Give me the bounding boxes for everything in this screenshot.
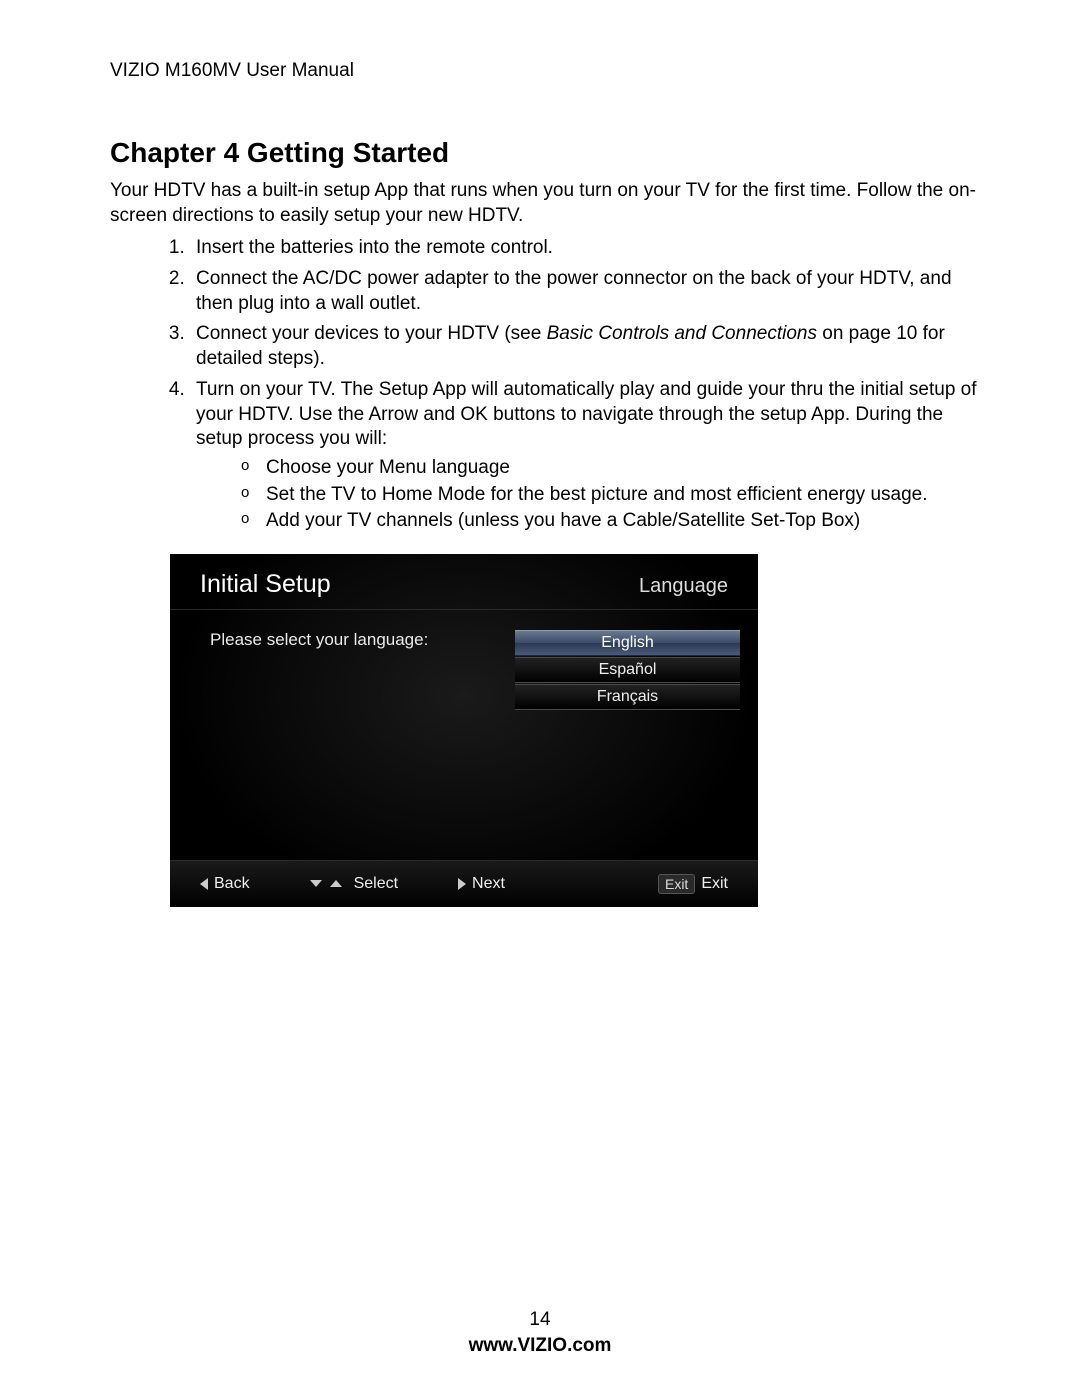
page-footer: 14 www.VIZIO.com <box>0 1309 1080 1357</box>
tv-screenshot: Initial Setup Language Please select you… <box>170 554 758 907</box>
tv-footer-nav: Back Select Next Exit Exit <box>170 860 758 907</box>
chapter-title: Chapter 4 Getting Started <box>110 137 980 169</box>
step-4-text: Turn on your TV. The Setup App will auto… <box>196 379 977 449</box>
language-option-espanol[interactable]: Español <box>515 657 740 683</box>
step-3-pre: Connect your devices to your HDTV (see <box>196 323 547 344</box>
nav-next-label: Next <box>472 875 505 893</box>
step-1: Insert the batteries into the remote con… <box>190 236 980 261</box>
nav-select-label: Select <box>354 875 398 893</box>
tv-section-label: Language <box>639 575 728 598</box>
nav-exit-label: Exit <box>701 875 728 893</box>
steps-list: Insert the batteries into the remote con… <box>110 236 980 534</box>
footer-site: www.VIZIO.com <box>0 1335 1080 1357</box>
nav-select[interactable]: Select <box>310 875 398 893</box>
step-3: Connect your devices to your HDTV (see B… <box>190 322 980 371</box>
intro-paragraph: Your HDTV has a built-in setup App that … <box>110 179 980 228</box>
step-2: Connect the AC/DC power adapter to the p… <box>190 267 980 316</box>
step-3-italic: Basic Controls and Connections <box>547 323 817 344</box>
nav-exit[interactable]: Exit Exit <box>658 874 728 894</box>
arrow-right-icon <box>458 878 466 890</box>
step-4: Turn on your TV. The Setup App will auto… <box>190 378 980 534</box>
step-4-sub-b: Set the TV to Home Mode for the best pic… <box>241 483 980 508</box>
language-option-english[interactable]: English <box>515 630 740 656</box>
tv-title: Initial Setup <box>200 570 331 599</box>
step-4-sub-a: Choose your Menu language <box>241 456 980 481</box>
language-option-francais[interactable]: Français <box>515 684 740 710</box>
arrow-left-icon <box>200 878 208 890</box>
arrow-down-icon <box>310 880 322 887</box>
nav-back-label: Back <box>214 875 250 893</box>
page-number: 14 <box>0 1309 1080 1331</box>
exit-key-icon: Exit <box>658 874 695 894</box>
tv-prompt: Please select your language: <box>170 630 515 711</box>
nav-back[interactable]: Back <box>200 875 250 893</box>
document-header: VIZIO M160MV User Manual <box>110 60 980 82</box>
language-list: English Español Français <box>515 630 740 711</box>
step-4-sublist: Choose your Menu language Set the TV to … <box>196 456 980 534</box>
tv-header: Initial Setup Language <box>170 554 758 610</box>
nav-next[interactable]: Next <box>458 875 505 893</box>
arrow-up-icon <box>330 880 342 887</box>
tv-body: Please select your language: English Esp… <box>170 610 758 711</box>
step-4-sub-c: Add your TV channels (unless you have a … <box>241 509 980 534</box>
